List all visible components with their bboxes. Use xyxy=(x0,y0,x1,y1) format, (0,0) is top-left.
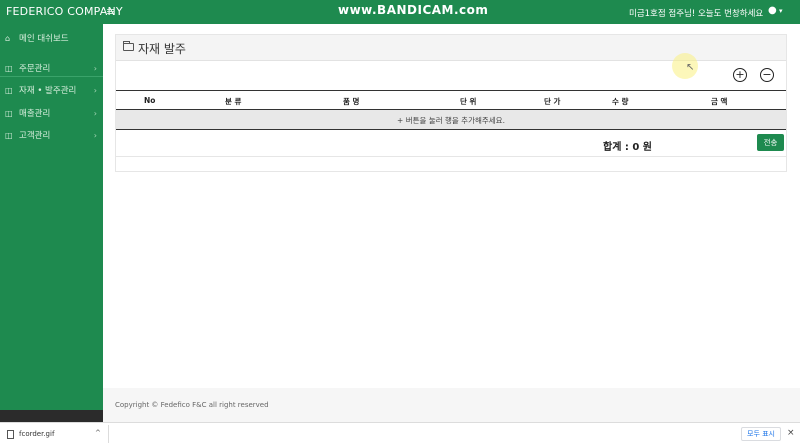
mouse-cursor-icon: ↖ xyxy=(686,62,695,73)
column-header: 분 류 xyxy=(225,97,242,106)
main-content: 자재 발주 ↖ + − No 분 류 품 명 단 위 단 가 수 량 금 액 +… xyxy=(103,24,800,422)
top-navbar: FEDERICO COMPANY ≡ www.BANDICAM.com 미금1호… xyxy=(0,0,800,24)
sidebar-item-orders[interactable]: ◫ 주문관리 › xyxy=(5,62,99,75)
menu-toggle-icon[interactable]: ≡ xyxy=(106,5,115,18)
sidebar-item-dashboard[interactable]: ⌂ 메인 대쉬보드 xyxy=(5,32,99,45)
table-header: No 분 류 품 명 단 위 단 가 수 량 금 액 xyxy=(116,91,786,109)
table-icon: ◫ xyxy=(5,108,13,118)
column-header: 수 량 xyxy=(612,97,629,106)
table-border xyxy=(116,129,786,130)
close-icon[interactable]: × xyxy=(787,428,795,438)
table-icon: ◫ xyxy=(5,130,13,140)
total-amount: 합계 : 0 원 xyxy=(603,142,653,153)
card-divider xyxy=(116,156,786,157)
sidebar-item-label: 메인 대쉬보드 xyxy=(19,34,69,44)
chevron-right-icon: › xyxy=(93,108,97,118)
column-header: 단 위 xyxy=(460,97,477,106)
sidebar-item-label: 고객관리 xyxy=(19,131,51,141)
empty-message: + 버튼을 눌러 행을 추가해주세요. xyxy=(397,116,505,125)
download-bar: fcorder.gif ^ 모두 표시 × xyxy=(0,422,800,444)
add-row-button[interactable]: + xyxy=(733,68,747,82)
show-all-button[interactable]: 모두 표시 xyxy=(741,427,781,441)
column-header: 품 명 xyxy=(343,97,360,106)
sidebar-item-label: 매출관리 xyxy=(19,109,51,119)
sidebar-divider xyxy=(0,76,103,77)
sidebar-item-materials[interactable]: ◫ 자재 • 발주관리 › xyxy=(5,84,99,97)
chevron-right-icon: › xyxy=(93,130,97,140)
empty-table-row: + 버튼을 눌러 행을 추가해주세요. xyxy=(116,110,786,129)
sidebar-item-sales[interactable]: ◫ 매출관리 › xyxy=(5,107,99,120)
column-header: No xyxy=(144,96,156,105)
home-icon: ⌂ xyxy=(5,33,11,43)
column-header: 금 액 xyxy=(711,97,728,106)
file-icon xyxy=(7,430,14,439)
table-icon: ◫ xyxy=(5,63,13,73)
page-footer: Copyright © Fedefico F&C all right reser… xyxy=(103,388,800,422)
user-dropdown-caret-icon[interactable]: ▾ xyxy=(779,7,783,15)
send-button[interactable]: 전송 xyxy=(757,134,784,151)
user-icon[interactable]: ● xyxy=(768,5,777,16)
sidebar: ⌂ 메인 대쉬보드 ◫ 주문관리 › ◫ 자재 • 발주관리 › ◫ 매출관리 … xyxy=(0,24,103,410)
bandicam-watermark: www.BANDICAM.com xyxy=(338,3,489,17)
chevron-right-icon: › xyxy=(93,63,97,73)
user-greeting: 미금1호점 점주님! 오늘도 번창하세요 xyxy=(629,9,764,19)
page-title: 자재 발주 xyxy=(138,42,186,56)
folder-icon xyxy=(123,41,134,51)
order-card: 자재 발주 ↖ + − No 분 류 품 명 단 위 단 가 수 량 금 액 +… xyxy=(115,34,787,172)
divider xyxy=(108,425,109,443)
sidebar-footer xyxy=(0,410,103,422)
remove-row-button[interactable]: − xyxy=(760,68,774,82)
sidebar-item-label: 자재 • 발주관리 xyxy=(19,86,77,96)
sidebar-item-label: 주문관리 xyxy=(19,64,51,74)
download-file-name[interactable]: fcorder.gif xyxy=(19,430,54,438)
chevron-right-icon: › xyxy=(93,85,97,95)
column-header: 단 가 xyxy=(544,97,561,106)
chevron-up-icon[interactable]: ^ xyxy=(95,429,101,437)
table-icon: ◫ xyxy=(5,85,13,95)
copyright-text: Copyright © Fedefico F&C all right reser… xyxy=(115,401,269,409)
sidebar-item-customers[interactable]: ◫ 고객관리 › xyxy=(5,129,99,142)
